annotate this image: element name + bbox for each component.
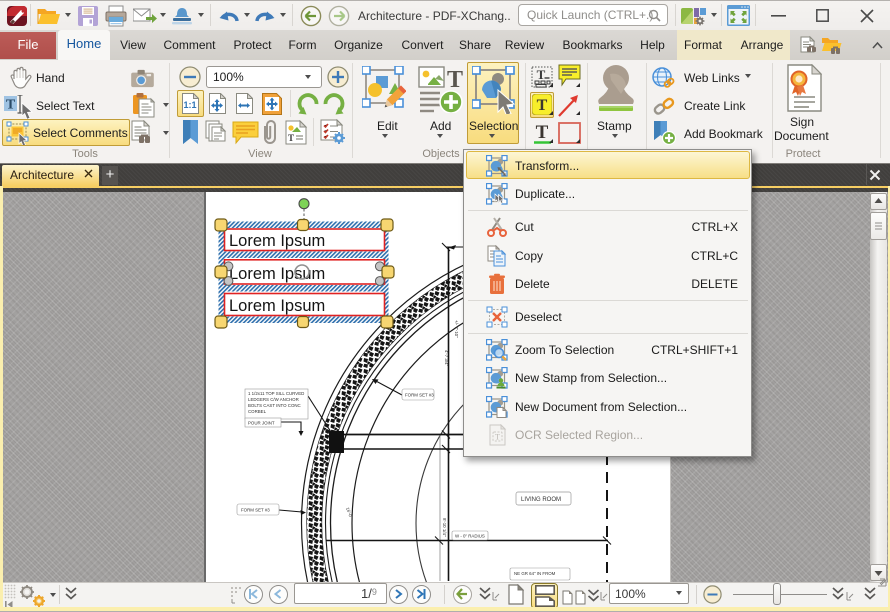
svg-text:CORBEL: CORBEL (248, 409, 267, 414)
svg-text:T: T (6, 98, 16, 113)
svg-text:NE GR 64" IN FROM: NE GR 64" IN FROM (514, 571, 556, 576)
svg-text:POUR JOINT: POUR JOINT (248, 421, 275, 426)
svg-text:T: T (447, 67, 463, 93)
svg-text:W - 0" RADIUS: W - 0" RADIUS (455, 534, 485, 539)
svg-text:BOLTS CAST INTO CONC: BOLTS CAST INTO CONC (248, 403, 301, 408)
svg-text:Lorem Ipsum: Lorem Ipsum (229, 232, 325, 250)
svg-text:1 1/2x11 TOP SILL CURVED: 1 1/2x11 TOP SILL CURVED (248, 391, 304, 396)
svg-text:T: T (288, 133, 294, 143)
svg-text:1:1: 1:1 (183, 100, 196, 110)
svg-text:Lorem Ipsum: Lorem Ipsum (229, 265, 325, 283)
svg-text:LIVING ROOM: LIVING ROOM (521, 497, 561, 503)
svg-text:4'-7 3/4": 4'-7 3/4" (444, 350, 449, 367)
svg-text:FORM SET #3: FORM SET #3 (241, 508, 270, 513)
svg-text:+/- 7'-10": +/- 7'-10" (454, 320, 459, 338)
svg-text:8'-10 1/4": 8'-10 1/4" (442, 518, 447, 537)
svg-text:T: T (495, 433, 500, 442)
svg-text:LEDGERS C/W ANCHOR: LEDGERS C/W ANCHOR (248, 397, 299, 402)
svg-text:Lorem Ipsum: Lorem Ipsum (229, 297, 325, 315)
svg-text:FORM SET #3: FORM SET #3 (405, 393, 434, 398)
